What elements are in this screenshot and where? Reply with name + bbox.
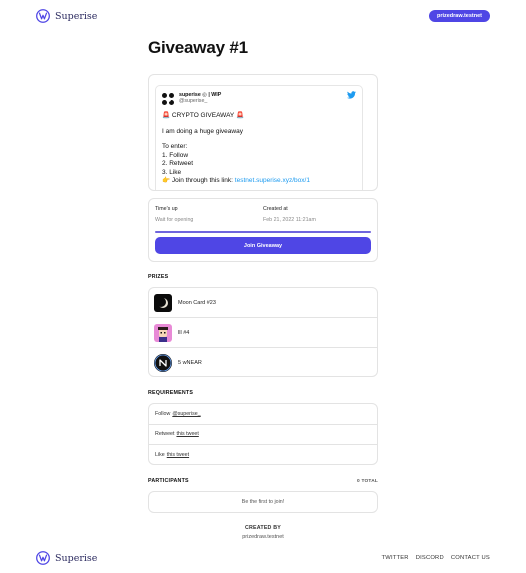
requirement-prefix: Like	[155, 452, 165, 459]
prizes-heading: PRIZES	[148, 274, 169, 280]
nft-character-thumbnail	[154, 323, 172, 342]
account-button[interactable]: prizedraw.testnet	[428, 10, 490, 22]
time-progress-bar	[155, 231, 371, 233]
footer-link-discord[interactable]: DISCORD	[416, 555, 444, 561]
tweet-line-enter: To enter:	[162, 143, 188, 151]
requirement-link[interactable]: this tweet	[176, 431, 198, 437]
tweet-line-intro: I am doing a huge giveaway	[162, 127, 243, 135]
giveaway-status-card: Time's up Wait for opening Created at Fe…	[148, 198, 378, 262]
footer: Superise TWITTER DISCORD CONTACT US	[36, 549, 490, 567]
requirement-link[interactable]: @superise_	[172, 411, 200, 417]
near-token-icon	[154, 354, 172, 372]
created-by-block: CREATED BY prizedraw.testnet	[148, 525, 378, 540]
prize-name: lll #4	[178, 329, 190, 336]
join-giveaway-button[interactable]: Join Giveaway	[155, 237, 371, 254]
prize-item[interactable]: lll #4	[149, 318, 377, 348]
twitter-bird-icon	[347, 91, 356, 99]
tweet-join-link[interactable]: testnet.superise.xyz/box/1	[235, 177, 310, 184]
created-by-value[interactable]: prizedraw.testnet	[148, 534, 378, 540]
footer-links: TWITTER DISCORD CONTACT US	[382, 555, 490, 561]
tweet-text: 🚨 CRYPTO GIVEAWAY 🚨 I am doing a huge gi…	[162, 112, 356, 186]
prize-item[interactable]: Moon Card #23	[149, 288, 377, 318]
prize-name: Moon Card #23	[178, 299, 216, 306]
brand-name: Superise	[55, 10, 98, 22]
footer-brand-link[interactable]: Superise	[36, 551, 97, 565]
created-by-label: CREATED BY	[244, 525, 282, 531]
requirements-list: Follow @superise_ Retweet this tweet Lik…	[148, 403, 378, 465]
participants-heading: PARTICIPANTS	[148, 478, 189, 484]
requirement-prefix: Follow	[155, 410, 171, 417]
participants-empty-state: Be the first to join!	[148, 491, 378, 513]
superise-logo-icon	[36, 9, 50, 23]
superise-logo-icon	[36, 551, 50, 565]
participants-count: 0 TOTAL	[357, 479, 378, 484]
tweet-step-join: 👉 Join through this link: testnet.superi…	[162, 177, 356, 186]
requirement-link[interactable]: this tweet	[167, 452, 189, 458]
footer-link-twitter[interactable]: TWITTER	[382, 555, 409, 561]
footer-link-contact[interactable]: CONTACT US	[451, 555, 490, 561]
created-at-value: Feb 21, 2022 11:21am	[263, 217, 316, 223]
prize-item[interactable]: 5 wNEAR	[149, 348, 377, 378]
tweet-author-handle[interactable]: @superise_	[179, 98, 221, 104]
tweet-step-follow: 1. Follow	[162, 151, 189, 159]
tweet-step-retweet: 2. Retweet	[162, 160, 194, 168]
tweet-author-avatar[interactable]	[162, 93, 175, 106]
prize-name: 5 wNEAR	[178, 360, 202, 366]
tweet-line-title: 🚨 CRYPTO GIVEAWAY 🚨	[162, 112, 245, 119]
brand-logo-link[interactable]: Superise	[36, 9, 97, 23]
tweet-embed-card: superise ◎ | WIP @superise_ 🚨 CRYPTO GIV…	[148, 74, 378, 191]
tweet-embed[interactable]: superise ◎ | WIP @superise_ 🚨 CRYPTO GIV…	[155, 85, 363, 190]
tweet-join-prefix: 👉 Join through this link:	[162, 177, 233, 185]
requirement-prefix: Retweet	[155, 431, 175, 438]
page-title: Giveaway #1	[148, 38, 248, 57]
requirement-follow: Follow @superise_	[149, 404, 377, 425]
time-progress-fill	[155, 231, 371, 233]
status-value: Wait for opening	[155, 217, 194, 223]
status-label: Time's up	[155, 206, 178, 212]
requirement-retweet: Retweet this tweet	[149, 425, 377, 446]
prizes-list: Moon Card #23 lll #4 5 wNEAR	[148, 287, 378, 377]
top-header: Superise prizedraw.testnet	[36, 7, 490, 25]
footer-brand-name: Superise	[55, 552, 98, 564]
created-at-label: Created at	[263, 206, 288, 212]
requirements-heading: REQUIREMENTS	[148, 390, 194, 396]
requirement-like: Like this tweet	[149, 445, 377, 466]
moon-card-thumbnail	[154, 293, 172, 312]
